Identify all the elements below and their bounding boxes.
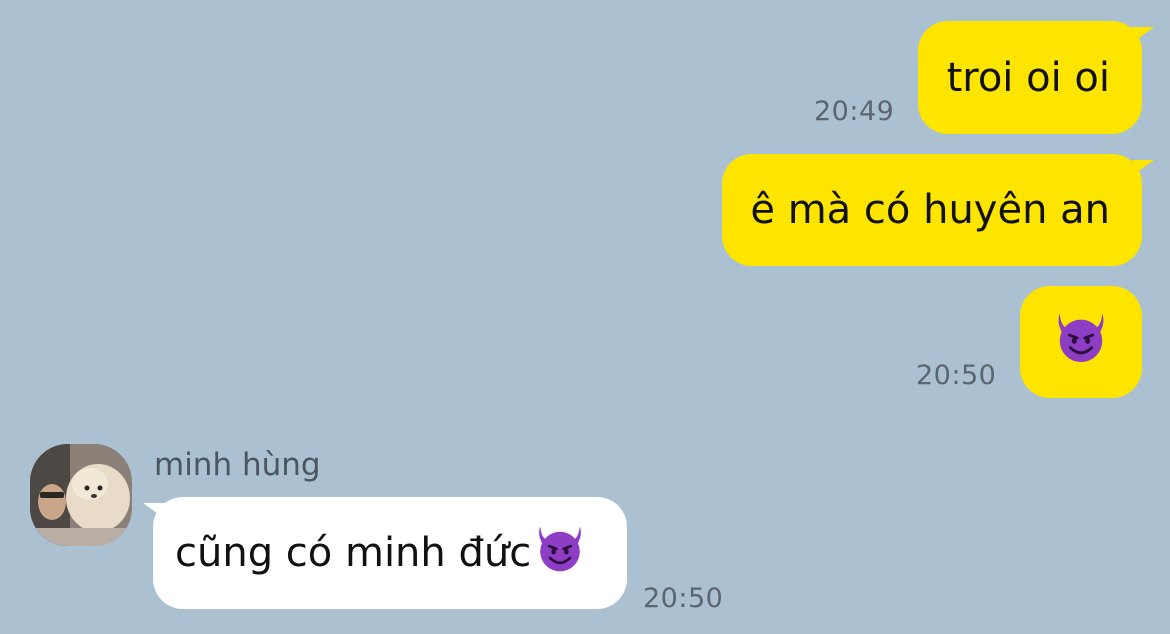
smiling-face-with-horns-icon xyxy=(1052,308,1110,376)
message-timestamp: 20:49 xyxy=(814,96,895,127)
received-message-bubble[interactable]: cũng có minh đức xyxy=(153,497,627,609)
sent-message-bubble[interactable]: ê mà có huyên an xyxy=(722,154,1142,266)
sent-message-bubble[interactable]: troi oi oi xyxy=(918,21,1142,134)
sent-emoji-bubble[interactable] xyxy=(1020,286,1142,398)
message-text: troi oi oi xyxy=(946,54,1110,101)
bubble-tail xyxy=(1132,27,1154,43)
message-timestamp: 20:50 xyxy=(643,583,724,614)
smiling-face-with-horns-icon xyxy=(533,521,587,585)
sender-name: minh hùng xyxy=(154,447,321,483)
avatar[interactable] xyxy=(30,444,132,546)
message-text: ê mà có huyên an xyxy=(750,187,1110,233)
bubble-tail xyxy=(1132,160,1154,176)
bubble-tail xyxy=(143,503,165,519)
chat-thread: 20:49 troi oi oi ê mà có huyên an 20:50 xyxy=(0,0,1170,634)
message-text: cũng có minh đức xyxy=(175,530,532,576)
message-timestamp: 20:50 xyxy=(916,360,997,391)
